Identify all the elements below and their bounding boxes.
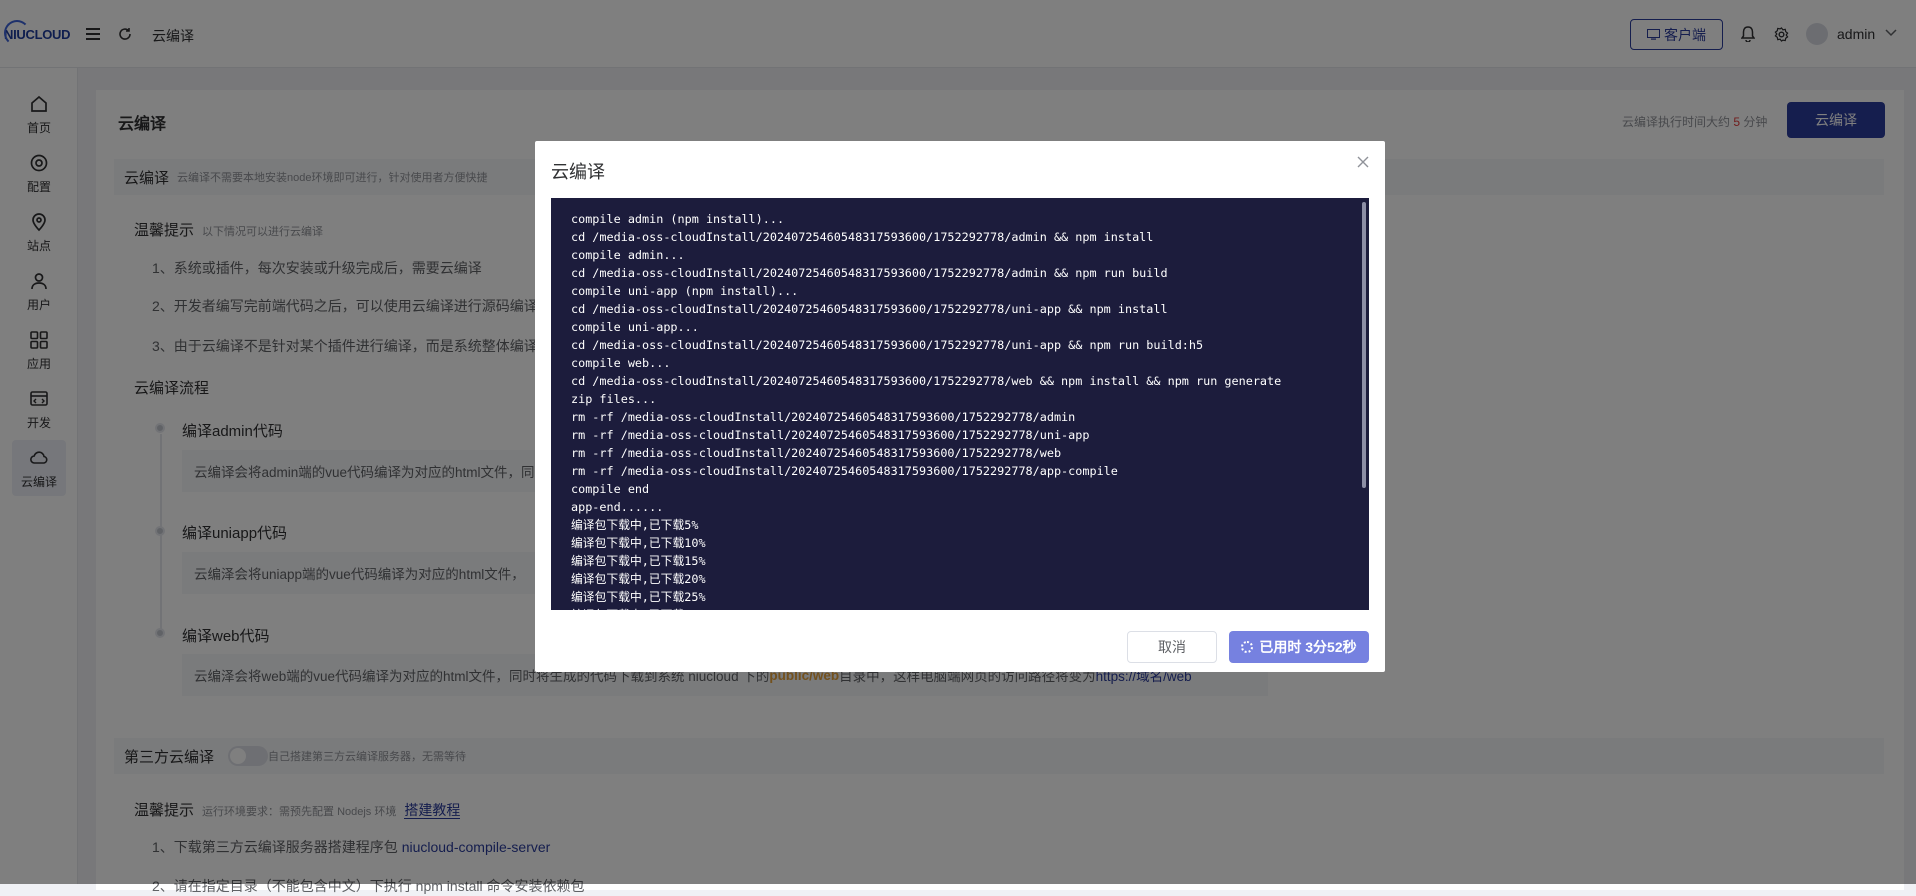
- log-line: cd /media-oss-cloudInstall/2024072546054…: [571, 266, 1168, 280]
- log-line: 编译包下载中,已下载30%: [571, 606, 1281, 610]
- log-lines: compile admin (npm install)... cd /media-…: [571, 210, 1281, 610]
- compile-log[interactable]: compile admin (npm install)... cd /media-…: [551, 198, 1369, 610]
- log-line: rm -rf /media-oss-cloudInstall/202407254…: [571, 428, 1090, 442]
- log-line: app-end......: [571, 500, 664, 514]
- modal-title: 云编译: [551, 162, 605, 182]
- log-line: rm -rf /media-oss-cloudInstall/202407254…: [571, 410, 1076, 424]
- log-line: compile admin...: [571, 248, 685, 262]
- log-line: 编译包下载中,已下载25%: [571, 590, 706, 604]
- log-line: cd /media-oss-cloudInstall/2024072546054…: [571, 374, 1282, 388]
- loading-icon: [1241, 641, 1254, 653]
- log-line: 编译包下载中,已下载15%: [571, 554, 706, 568]
- log-line: cd /media-oss-cloudInstall/2024072546054…: [571, 230, 1154, 244]
- log-line: 编译包下载中,已下载10%: [571, 536, 706, 550]
- log-line: zip files...: [571, 392, 657, 406]
- log-line: rm -rf /media-oss-cloudInstall/202407254…: [571, 464, 1118, 478]
- log-line: 编译包下载中,已下载5%: [571, 518, 699, 532]
- log-line: compile uni-app (npm install)...: [571, 284, 799, 298]
- log-line: compile end: [571, 482, 650, 496]
- elapsed-time-button[interactable]: 已用时 3分52秒: [1229, 631, 1369, 663]
- log-line: compile web...: [571, 356, 671, 370]
- log-line: rm -rf /media-oss-cloudInstall/202407254…: [571, 446, 1062, 460]
- log-line: cd /media-oss-cloudInstall/2024072546054…: [571, 302, 1168, 316]
- log-line: compile admin (npm install)...: [571, 212, 785, 226]
- cancel-button[interactable]: 取消: [1127, 631, 1217, 663]
- log-scrollbar[interactable]: [1362, 202, 1366, 488]
- cloud-compile-modal: 云编译 compile admin (npm install)... cd /me…: [535, 141, 1385, 672]
- log-line: cd /media-oss-cloudInstall/2024072546054…: [571, 338, 1204, 352]
- close-icon[interactable]: [1357, 155, 1369, 173]
- log-line: 编译包下载中,已下载20%: [571, 572, 706, 586]
- log-line: compile uni-app...: [571, 320, 699, 334]
